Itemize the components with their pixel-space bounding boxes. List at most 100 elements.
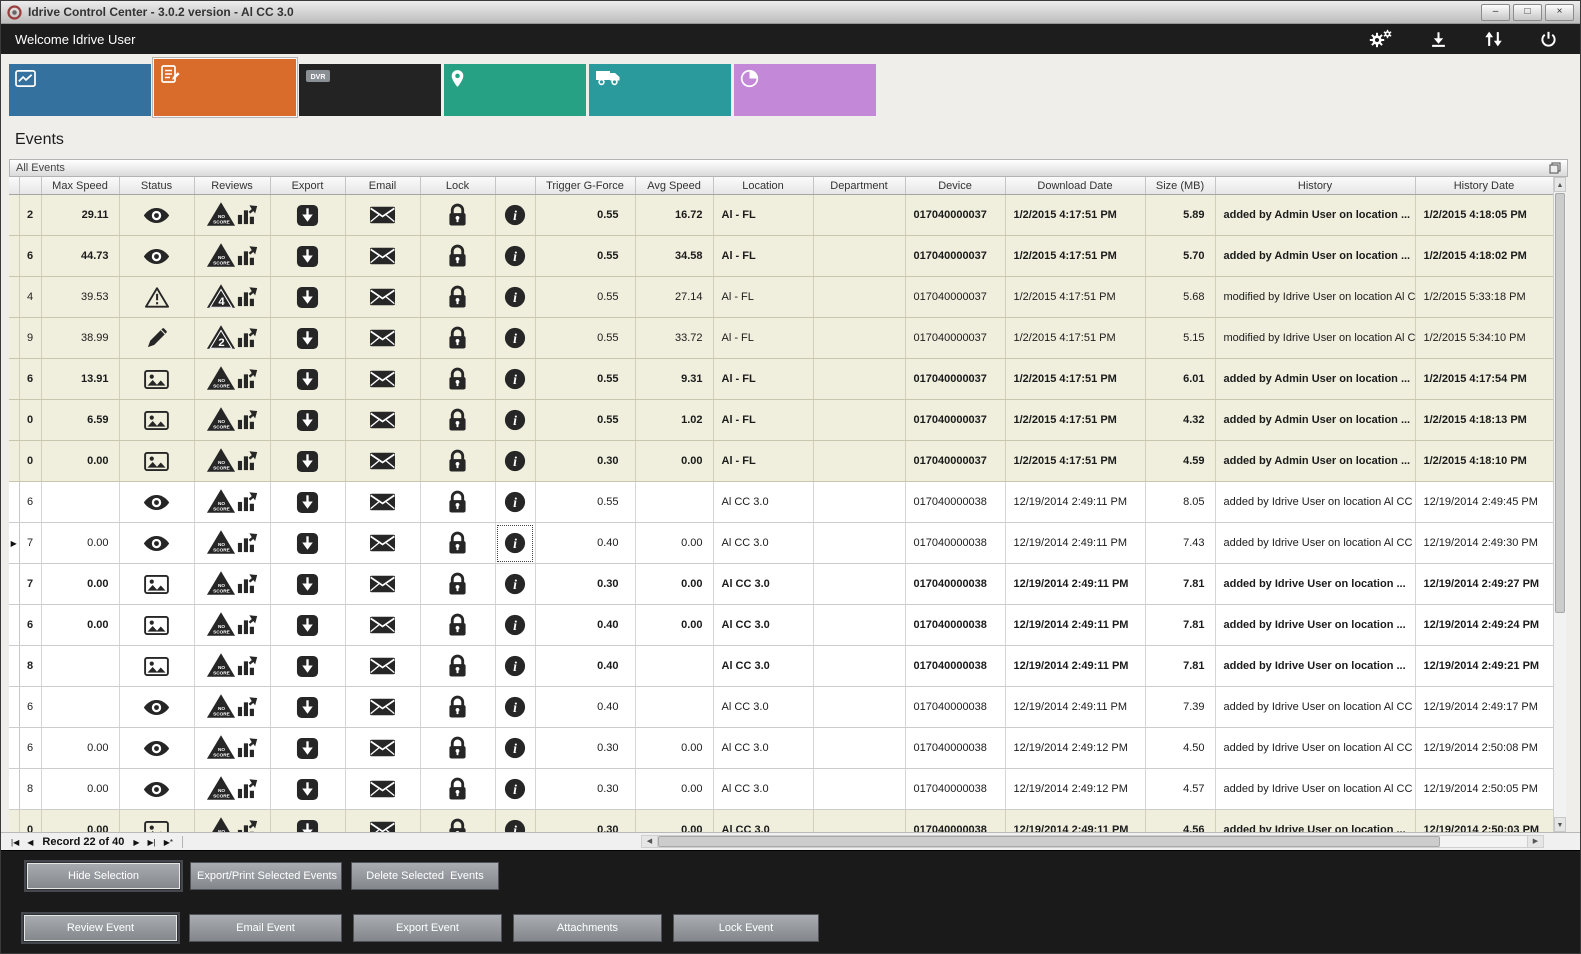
info-cell[interactable]: i [495, 646, 535, 687]
avg-speed-cell[interactable]: 0.00 [635, 523, 713, 564]
location-cell[interactable]: Al - FL [713, 277, 813, 318]
size-cell[interactable]: 4.50 [1145, 728, 1215, 769]
location-cell[interactable]: Al - FL [713, 195, 813, 236]
review-score-badge[interactable]: NOSCORE [206, 505, 236, 517]
horizontal-scrollbar-track[interactable] [658, 836, 1527, 847]
reviews-cell[interactable]: NOSCORE [194, 646, 270, 687]
email-icon[interactable] [369, 209, 396, 221]
device-cell[interactable]: 017040000037 [905, 277, 1005, 318]
review-trend-icon[interactable] [237, 790, 259, 802]
row-selector[interactable] [9, 195, 19, 236]
restore-panel-icon[interactable] [1549, 162, 1561, 174]
row-selector[interactable] [9, 605, 19, 646]
size-cell[interactable]: 4.32 [1145, 400, 1215, 441]
col-header-location[interactable]: Location [713, 177, 813, 195]
row-selector[interactable] [9, 728, 19, 769]
download-date-cell[interactable]: 1/2/2015 4:17:51 PM [1005, 318, 1145, 359]
info-cell[interactable]: i [495, 400, 535, 441]
event-id-cell[interactable]: 6 [19, 728, 41, 769]
scroll-left-icon[interactable]: ◀ [642, 836, 658, 847]
settings-button[interactable] [1367, 28, 1400, 50]
trigger-g-force-cell[interactable]: 0.40 [535, 646, 635, 687]
max-speed-cell[interactable]: 0.00 [41, 441, 119, 482]
image-icon[interactable] [144, 455, 169, 467]
email-cell[interactable] [345, 359, 420, 400]
history-cell[interactable]: modified by Idrive User on location Al C… [1215, 318, 1415, 359]
device-cell[interactable]: 017040000037 [905, 441, 1005, 482]
device-cell[interactable]: 017040000038 [905, 482, 1005, 523]
status-cell[interactable] [119, 195, 194, 236]
location-cell[interactable]: Al - FL [713, 400, 813, 441]
device-cell[interactable]: 017040000038 [905, 564, 1005, 605]
email-icon[interactable] [369, 619, 396, 631]
row-selector[interactable] [9, 687, 19, 728]
size-cell[interactable]: 5.68 [1145, 277, 1215, 318]
info-icon[interactable]: i [504, 496, 526, 508]
department-cell[interactable] [813, 564, 905, 605]
history-date-cell[interactable]: 12/19/2014 2:49:45 PM [1415, 482, 1553, 523]
download-date-cell[interactable]: 12/19/2014 2:49:11 PM [1005, 523, 1145, 564]
history-date-cell[interactable]: 12/19/2014 2:49:24 PM [1415, 605, 1553, 646]
event-id-cell[interactable]: 0 [19, 441, 41, 482]
lock-cell[interactable] [420, 728, 495, 769]
device-cell[interactable]: 017040000037 [905, 236, 1005, 277]
lock-cell[interactable] [420, 769, 495, 810]
trigger-g-force-cell[interactable]: 0.55 [535, 482, 635, 523]
info-icon[interactable]: i [504, 209, 526, 221]
event-id-cell[interactable]: 4 [19, 277, 41, 318]
trigger-g-force-cell[interactable]: 0.55 [535, 359, 635, 400]
history-cell[interactable]: added by Admin User on location ... [1215, 195, 1415, 236]
history-cell[interactable]: added by Admin User on location ... [1215, 236, 1415, 277]
avg-speed-cell[interactable]: 1.02 [635, 400, 713, 441]
export-cell[interactable] [270, 646, 345, 687]
info-icon[interactable]: i [504, 455, 526, 467]
review-trend-icon[interactable] [237, 257, 259, 269]
trigger-g-force-cell[interactable]: 0.55 [535, 236, 635, 277]
reviews-cell[interactable]: NOSCORE [194, 769, 270, 810]
review-trend-icon[interactable] [237, 626, 259, 638]
email-icon[interactable] [369, 537, 396, 549]
device-cell[interactable]: 017040000038 [905, 523, 1005, 564]
email-icon[interactable] [369, 250, 396, 262]
col-header-trigger-g-force[interactable]: Trigger G-Force [535, 177, 635, 195]
trigger-g-force-cell[interactable]: 0.55 [535, 318, 635, 359]
lock-cell[interactable] [420, 687, 495, 728]
email-cell[interactable] [345, 523, 420, 564]
lock-icon[interactable] [448, 332, 467, 344]
reviews-cell[interactable]: NOSCORE [194, 236, 270, 277]
history-date-cell[interactable]: 1/2/2015 4:18:13 PM [1415, 400, 1553, 441]
row-selector[interactable] [9, 441, 19, 482]
col-header-history[interactable]: History [1215, 177, 1415, 195]
review-score-badge[interactable]: NOSCORE [206, 751, 236, 763]
download-date-cell[interactable]: 12/19/2014 2:49:11 PM [1005, 646, 1145, 687]
lock-icon[interactable] [448, 824, 467, 832]
row-selector[interactable] [9, 646, 19, 687]
image-icon[interactable] [144, 660, 169, 672]
info-cell[interactable]: i [495, 523, 535, 564]
col-header-blank[interactable] [9, 177, 19, 195]
table-row[interactable]: 60.00NOSCOREi0.300.00Al CC 3.00170400000… [9, 728, 1553, 769]
info-cell[interactable]: i [495, 441, 535, 482]
review-score-badge[interactable]: NOSCORE [206, 218, 236, 230]
new-record-button[interactable]: ▶* [160, 838, 177, 847]
status-cell[interactable] [119, 564, 194, 605]
table-row[interactable]: 6NOSCOREi0.40Al CC 3.001704000003812/19/… [9, 687, 1553, 728]
department-cell[interactable] [813, 482, 905, 523]
download-date-cell[interactable]: 12/19/2014 2:49:11 PM [1005, 687, 1145, 728]
avg-speed-cell[interactable] [635, 482, 713, 523]
lock-icon[interactable] [448, 742, 467, 754]
lock-icon[interactable] [448, 496, 467, 508]
download-date-cell[interactable]: 12/19/2014 2:49:12 PM [1005, 728, 1145, 769]
history-date-cell[interactable]: 12/19/2014 2:49:30 PM [1415, 523, 1553, 564]
event-id-cell[interactable]: 0 [19, 810, 41, 833]
email-cell[interactable] [345, 810, 420, 833]
col-header-download-date[interactable]: Download Date [1005, 177, 1145, 195]
export-cell[interactable] [270, 769, 345, 810]
export-cell[interactable] [270, 400, 345, 441]
lock-cell[interactable] [420, 195, 495, 236]
download-date-cell[interactable]: 1/2/2015 4:17:51 PM [1005, 359, 1145, 400]
import-button[interactable] [1430, 31, 1454, 48]
history-date-cell[interactable]: 1/2/2015 5:33:18 PM [1415, 277, 1553, 318]
lock-icon[interactable] [448, 660, 467, 672]
export-event-button[interactable]: Export Event [353, 914, 502, 942]
